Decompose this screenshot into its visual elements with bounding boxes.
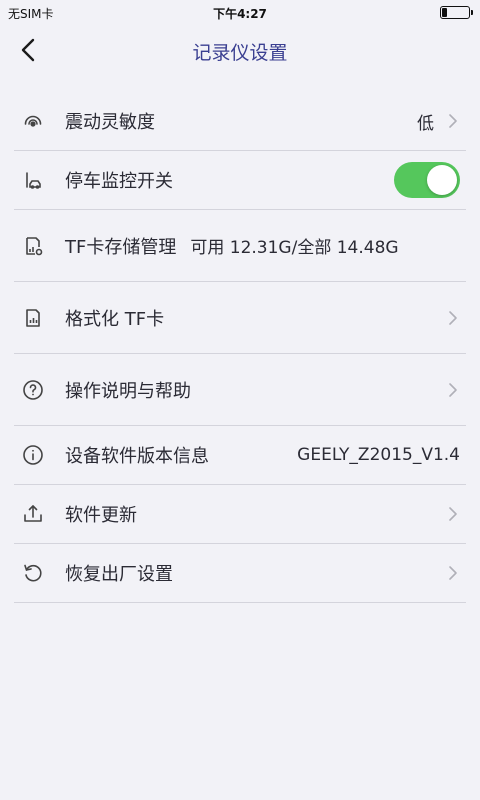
page-title: 记录仪设置 [192, 42, 288, 64]
chevron-right-icon [449, 310, 457, 325]
chevron-right-icon [449, 566, 457, 580]
vibration-sensitivity-row[interactable]: 震动灵敏度 低 [14, 92, 466, 151]
clock: 下午4:27 [213, 7, 267, 21]
software-update-label: 软件更新 [65, 505, 137, 526]
info-circle-icon [21, 443, 45, 467]
toggle-knob [427, 165, 457, 195]
help-row[interactable]: 操作说明与帮助 [14, 354, 466, 426]
vibration-sensitivity-value: 低 [417, 113, 434, 134]
tf-storage-row[interactable]: TF卡存储管理 可用 12.31G/全部 14.48G [14, 210, 466, 282]
factory-reset-row[interactable]: 恢复出厂设置 [14, 544, 466, 603]
status-bar: 无SIM卡 下午4:27 [0, 0, 480, 24]
vibration-icon [21, 109, 45, 133]
format-tf-row[interactable]: 格式化 TF卡 [14, 282, 466, 354]
chevron-right-icon [449, 114, 457, 128]
parking-monitor-toggle[interactable] [394, 162, 460, 198]
parking-monitor-row: 停车监控开关 [14, 151, 466, 210]
nav-bar: 记录仪设置 [0, 24, 480, 78]
reset-icon [21, 561, 45, 585]
parking-icon [21, 168, 45, 192]
help-label: 操作说明与帮助 [65, 380, 191, 402]
software-update-row[interactable]: 软件更新 [14, 485, 466, 544]
question-circle-icon [21, 378, 45, 402]
software-version-row[interactable]: 设备软件版本信息 GEELY_Z2015_V1.4 [14, 426, 466, 485]
parking-monitor-label: 停车监控开关 [65, 171, 173, 192]
software-version-value: GEELY_Z2015_V1.4 [297, 445, 460, 465]
battery-icon [440, 6, 473, 19]
format-tf-label: 格式化 TF卡 [65, 308, 165, 330]
chevron-right-icon [449, 382, 457, 397]
sd-card-icon [21, 306, 45, 330]
upload-icon [21, 502, 45, 526]
software-version-label: 设备软件版本信息 [65, 446, 209, 467]
factory-reset-label: 恢复出厂设置 [65, 564, 173, 585]
tf-storage-label: TF卡存储管理 [65, 236, 177, 258]
sd-card-storage-icon [21, 234, 45, 258]
tf-storage-value: 可用 12.31G/全部 14.48G [190, 238, 399, 258]
vibration-sensitivity-label: 震动灵敏度 [65, 112, 155, 133]
settings-list: 震动灵敏度 低 停车监控开关 TF卡存储管理 可用 12.31G/全部 14.4… [14, 92, 466, 603]
chevron-right-icon [449, 507, 457, 521]
